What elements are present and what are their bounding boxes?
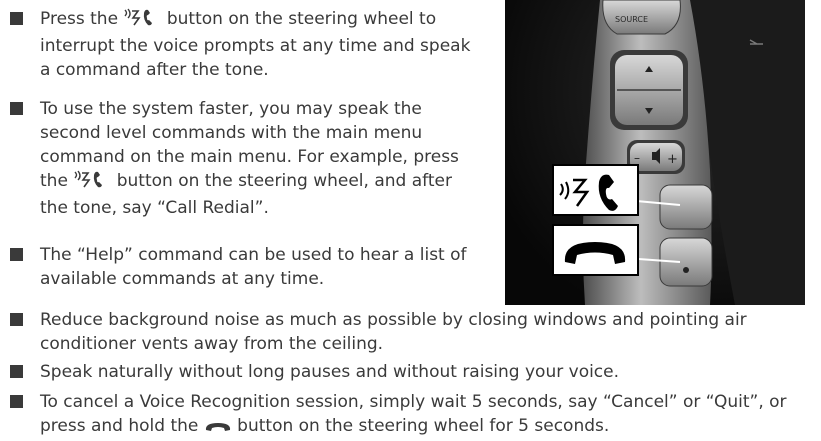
bullet-marker	[10, 395, 23, 408]
hang-up-icon	[204, 417, 232, 441]
bullet-item-4: Reduce background noise as much as possi…	[10, 308, 815, 356]
bullet-item-2: To use the system faster, you may speak …	[10, 97, 480, 220]
bullet-item-6: To cancel a Voice Recognition session, s…	[10, 390, 815, 441]
bullet-marker	[10, 365, 23, 378]
bullet-text: Press the button on the steering wheel t…	[40, 7, 471, 80]
bullet-item-1: Press the button on the steering wheel t…	[10, 7, 480, 82]
voice-phone-icon	[73, 169, 111, 196]
hang-up-callout	[552, 224, 639, 276]
svg-text:+: +	[667, 152, 678, 167]
bullet-text: To cancel a Voice Recognition session, s…	[40, 390, 815, 441]
bullet-text: The “Help” command can be used to hear a…	[40, 245, 467, 289]
bullet-text: Reduce background noise as much as possi…	[40, 310, 747, 354]
voice-phone-icon	[123, 7, 161, 34]
source-button-label: SOURCE	[615, 15, 648, 24]
bullet-marker	[10, 12, 23, 25]
bullet-text: Speak naturally without long pauses and …	[40, 362, 620, 382]
voice-phone-callout	[552, 164, 639, 216]
svg-text:–: –	[634, 151, 640, 165]
bullet-item-3: The “Help” command can be used to hear a…	[10, 243, 480, 291]
bullet-marker	[10, 248, 23, 261]
steering-wheel-photo: SOURCE – +	[505, 0, 805, 305]
bullet-item-5: Speak naturally without long pauses and …	[10, 360, 815, 384]
bullet-marker	[10, 313, 23, 326]
bullet-marker	[10, 102, 23, 115]
bullet-text: To use the system faster, you may speak …	[40, 99, 459, 218]
